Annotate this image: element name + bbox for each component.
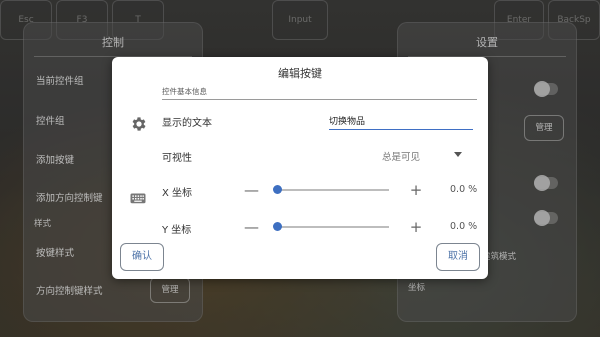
y-slider-track[interactable] [277,226,389,228]
y-value-text: 0.0 % [450,221,478,232]
x-decrease-button[interactable]: — [244,183,259,198]
confirm-button[interactable]: 确认 [120,243,164,271]
keyboard-icon [129,189,147,207]
chevron-down-icon[interactable] [454,152,462,157]
dialog-title: 编辑按键 [278,67,322,80]
visibility-select-value[interactable]: 总是可见 [382,149,420,163]
x-slider-track[interactable] [277,189,389,191]
y-increase-button[interactable]: + [409,220,423,235]
gear-icon [130,115,148,133]
y-coordinate-label: Y 坐标 [162,225,192,236]
cancel-button[interactable]: 取消 [436,243,480,271]
x-slider-thumb[interactable] [273,185,282,194]
display-text-label: 显示的文本 [162,118,212,129]
visibility-label: 可视性 [162,153,192,164]
display-text-input[interactable] [329,112,473,130]
x-coordinate-label: X 坐标 [162,188,193,199]
x-increase-button[interactable]: + [409,183,423,198]
y-decrease-button[interactable]: — [244,220,259,235]
x-value-text: 0.0 % [450,184,478,195]
basic-info-section-label: 控件基本信息 [162,86,477,100]
y-slider-thumb[interactable] [273,222,282,231]
edit-button-dialog: 编辑按键 控件基本信息 显示的文本 可视性 总是可见 X 坐标 — + [112,57,488,279]
